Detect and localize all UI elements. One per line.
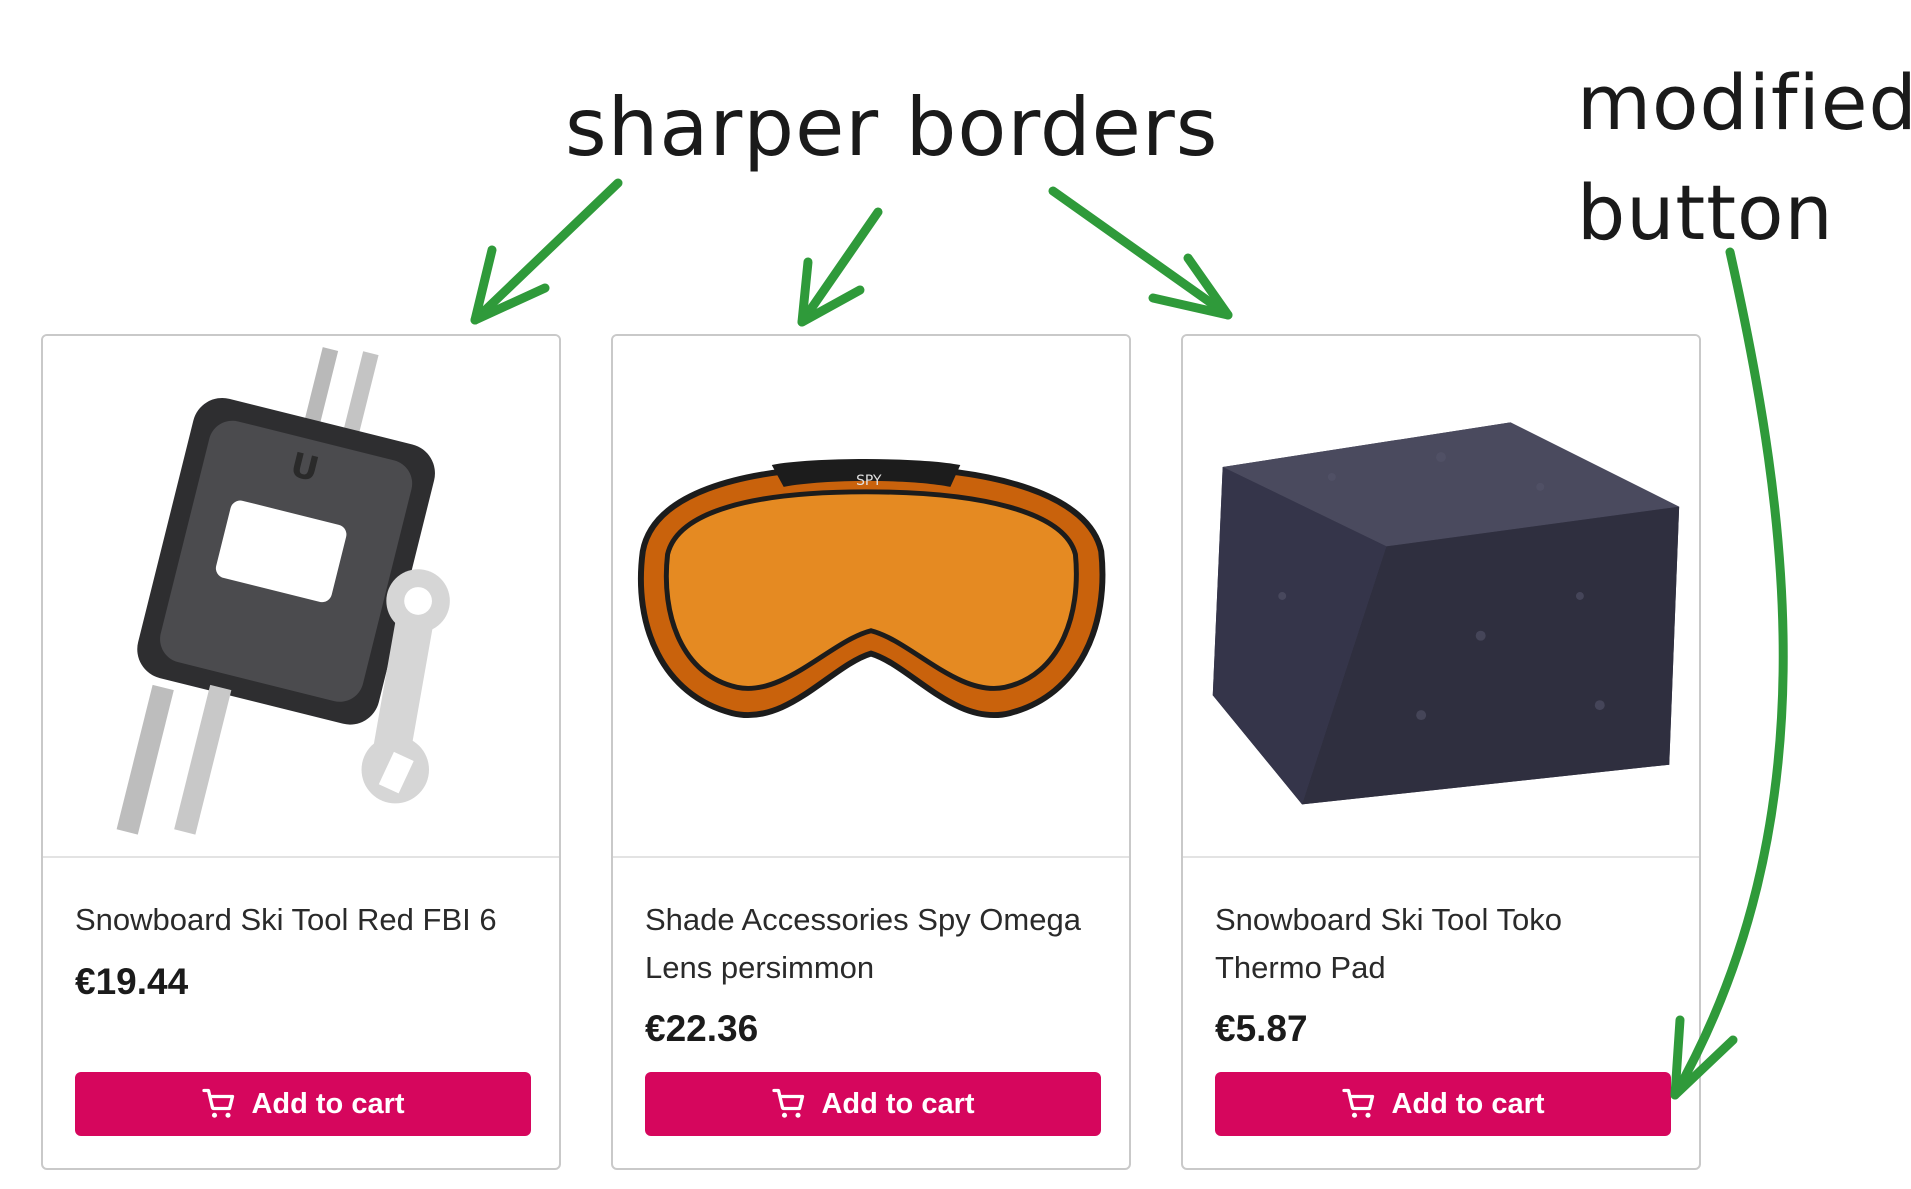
annotation-arrows [470,178,1788,1100]
arrow-modified-button [1670,247,1788,1100]
arrow-right-card [1048,186,1233,320]
arrow-left-card [470,178,623,325]
